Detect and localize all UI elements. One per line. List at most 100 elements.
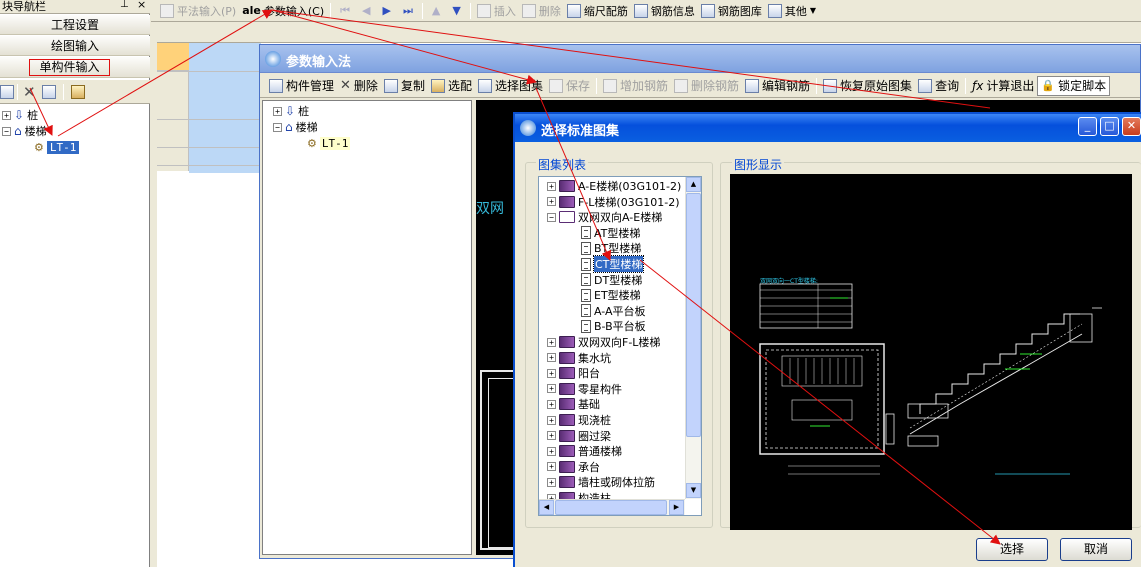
expand-icon[interactable]: +: [273, 106, 282, 116]
delete-button[interactable]: 删除: [519, 1, 564, 21]
component-manage-button[interactable]: 构件管理: [266, 76, 337, 96]
tree-vscroll[interactable]: ▲ ▼: [685, 177, 701, 499]
atlas-tree-item[interactable]: + 双网双向F-L楼梯: [547, 334, 660, 350]
rebar-info-button[interactable]: 钢筋信息: [631, 1, 698, 21]
atlas-tree-item[interactable]: AT型楼梯: [581, 225, 640, 241]
last-icon[interactable]: ⏭: [403, 4, 413, 18]
restore-atlas-button[interactable]: 恢复原始图集: [820, 76, 915, 96]
edit-rebar-icon: [745, 78, 760, 93]
stair-drawing: [759, 283, 1102, 475]
expand-icon[interactable]: +: [547, 384, 556, 394]
copy-icon[interactable]: [41, 84, 56, 99]
param-copy-button[interactable]: 复制: [381, 76, 428, 96]
atlas-tree[interactable]: + A-E楼梯(03G101-2) + F-L楼梯(03G101-2) − 双网双向A-E…: [538, 176, 702, 516]
select-button[interactable]: 选择: [976, 538, 1048, 561]
edit-rebar-button[interactable]: 编辑钢筋: [742, 76, 813, 96]
collapse-icon[interactable]: −: [2, 126, 11, 136]
atlas-tree-item[interactable]: + A-E楼梯(03G101-2): [547, 178, 681, 194]
collapse-icon[interactable]: −: [273, 122, 282, 132]
atlas-tree-item[interactable]: A-A平台板: [581, 303, 646, 319]
param-tree-node-stair[interactable]: − ⌂ 楼梯: [273, 119, 318, 135]
expand-icon[interactable]: +: [547, 431, 556, 441]
document-icon: [581, 226, 591, 240]
list-icon[interactable]: [0, 84, 14, 99]
close-icon[interactable]: ×: [137, 0, 146, 11]
close-icon[interactable]: ✕: [1122, 117, 1141, 136]
param-tree-node-lt1[interactable]: ⚙ LT-1: [307, 135, 351, 151]
param-window-titlebar[interactable]: 参数输入法: [260, 45, 1140, 73]
chevron-down-icon: ▼: [809, 6, 816, 15]
atlas-tree-item[interactable]: + 基础: [547, 396, 600, 412]
atlas-tree-item[interactable]: − 双网双向A-E楼梯: [547, 209, 662, 225]
atlas-tree-item[interactable]: + 零星构件: [547, 381, 622, 397]
select-atlas-button[interactable]: 选择图集: [475, 76, 546, 96]
nav-item-project-settings[interactable]: 工程设置: [0, 15, 150, 35]
plan-input-button[interactable]: 平法输入(P): [157, 1, 239, 21]
dialog-titlebar[interactable]: 选择标准图集 _ □ ✕: [515, 114, 1141, 142]
atlas-tree-item[interactable]: + F-L楼梯(03G101-2): [547, 194, 680, 210]
param-input-button[interactable]: ale 参数输入(C): [239, 1, 327, 21]
expand-icon[interactable]: +: [547, 197, 556, 207]
atlas-tree-item[interactable]: + 普通楼梯: [547, 443, 622, 459]
atlas-tree-item[interactable]: DT型楼梯: [581, 272, 642, 288]
tree-node-pile[interactable]: + ⇩ 桩: [2, 107, 38, 123]
atlas-tree-item[interactable]: ET型楼梯: [581, 287, 641, 303]
scroll-down-button[interactable]: ▼: [686, 483, 701, 498]
delete-rebar-button[interactable]: 删除钢筋: [671, 76, 742, 96]
atlas-tree-item[interactable]: + 承台: [547, 459, 600, 475]
lock-script-button[interactable]: 🔒 锁定脚本: [1037, 75, 1111, 96]
param-tree-node-pile[interactable]: + ⇩ 桩: [273, 103, 309, 119]
param-delete-button[interactable]: ✕ 删除: [337, 76, 381, 96]
scroll-left-button[interactable]: ◀: [539, 500, 554, 515]
down-icon[interactable]: ▼: [452, 4, 460, 17]
expand-icon[interactable]: +: [547, 181, 556, 191]
atlas-tree-item[interactable]: + 集水坑: [547, 350, 611, 366]
other-menu-button[interactable]: 其他 ▼: [765, 1, 819, 21]
atlas-tree-item[interactable]: BT型楼梯: [581, 240, 641, 256]
expand-icon[interactable]: +: [547, 337, 556, 347]
scroll-right-button[interactable]: ▶: [669, 500, 684, 515]
expand-icon[interactable]: +: [547, 462, 556, 472]
up-icon[interactable]: ▲: [432, 4, 440, 17]
expand-icon[interactable]: +: [2, 110, 11, 120]
first-icon[interactable]: ⏮: [340, 4, 350, 18]
atlas-tree-item[interactable]: + 墙柱或砌体拉筋: [547, 474, 655, 490]
scroll-up-button[interactable]: ▲: [686, 177, 701, 192]
hscroll-thumb[interactable]: [555, 500, 667, 515]
save-button[interactable]: 保存: [546, 76, 593, 96]
atlas-tree-item[interactable]: + 现浇桩: [547, 412, 611, 428]
rebar-library-button[interactable]: 钢筋图库: [698, 1, 765, 21]
tree-node-lt1[interactable]: ⚙ LT-1: [34, 139, 80, 155]
add-rebar-button[interactable]: 增加钢筋: [600, 76, 671, 96]
atlas-tree-label: 圈过梁: [578, 429, 611, 443]
expand-icon[interactable]: +: [547, 368, 556, 378]
nav-item-drawing-input[interactable]: 绘图输入: [0, 36, 150, 56]
atlas-tree-item[interactable]: B-B平台板: [581, 318, 646, 334]
expand-icon[interactable]: +: [547, 446, 556, 456]
expand-icon[interactable]: +: [547, 399, 556, 409]
nav-item-single-component[interactable]: 单构件输入: [0, 57, 150, 78]
param-choose-button[interactable]: 选配: [428, 76, 475, 96]
calc-exit-button[interactable]: ƒx 计算退出: [969, 76, 1037, 96]
collapse-icon[interactable]: −: [547, 212, 556, 222]
atlas-tree-item[interactable]: + 圈过梁: [547, 428, 611, 444]
minimize-icon[interactable]: _: [1078, 117, 1097, 136]
paste-icon[interactable]: [70, 84, 85, 99]
delete-icon[interactable]: ✕: [23, 83, 36, 101]
tree-node-stair[interactable]: − ⌂ 楼梯: [2, 123, 47, 139]
atlas-tree-item[interactable]: + 阳台: [547, 365, 600, 381]
atlas-tree-item[interactable]: CT型楼梯: [581, 255, 645, 273]
tree-hscroll[interactable]: ◀ ▶: [539, 499, 685, 515]
prev-icon[interactable]: ◀: [362, 4, 370, 17]
expand-icon[interactable]: +: [547, 415, 556, 425]
pin-icon[interactable]: ⊥: [120, 0, 129, 10]
expand-icon[interactable]: +: [547, 477, 556, 487]
expand-icon[interactable]: +: [547, 353, 556, 363]
cancel-button[interactable]: 取消: [1060, 538, 1132, 561]
scale-rebar-button[interactable]: 缩尺配筋: [564, 1, 631, 21]
next-icon[interactable]: ▶: [383, 4, 391, 17]
insert-button[interactable]: 插入: [474, 1, 519, 21]
query-button[interactable]: 查询: [915, 76, 962, 96]
scroll-thumb[interactable]: [686, 193, 701, 437]
maximize-icon[interactable]: □: [1100, 117, 1119, 136]
